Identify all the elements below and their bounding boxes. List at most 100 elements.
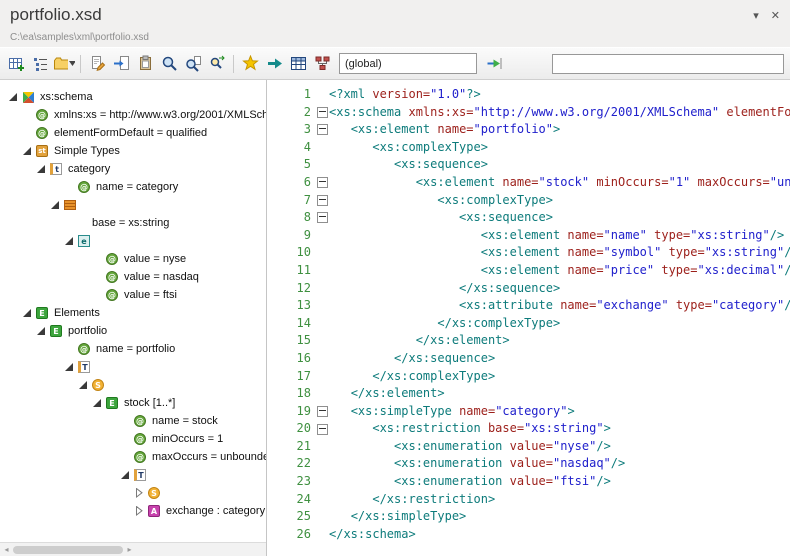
code-line[interactable]: 14 </xs:complexType>: [267, 315, 790, 333]
tree-horizontal-scrollbar[interactable]: ◂ ▸: [0, 542, 266, 556]
fold-toggle-icon[interactable]: [315, 174, 329, 192]
code-line[interactable]: 8 <xs:sequence>: [267, 209, 790, 227]
title-bar: portfolio.xsd ▾✕: [0, 0, 790, 30]
tree-row[interactable]: @xmlns:xs = http://www.w3.org/2001/XMLSc…: [0, 106, 266, 124]
expand-closed-arrow-icon[interactable]: [134, 506, 148, 516]
scroll-right-arrow-icon[interactable]: ▸: [123, 545, 136, 554]
expand-open-arrow-icon[interactable]: [120, 470, 134, 480]
line-number: 9: [267, 227, 315, 245]
tree-list-icon[interactable]: [29, 52, 51, 76]
code-line[interactable]: 13 <xs:attribute name="exchange" type="c…: [267, 297, 790, 315]
close-icon[interactable]: ✕: [771, 9, 780, 22]
find-icon[interactable]: [158, 52, 180, 76]
code-line[interactable]: 10 <xs:element name="symbol" type="xs:st…: [267, 244, 790, 262]
code-line[interactable]: 25 </xs:simpleType>: [267, 508, 790, 526]
scope-combo-value: (global): [345, 58, 382, 70]
code-line[interactable]: 26</xs:schema>: [267, 526, 790, 544]
chevron-down-icon[interactable]: ▾: [753, 9, 759, 22]
tree-row[interactable]: @value = ftsi: [0, 286, 266, 304]
code-line[interactable]: 9 <xs:element name="name" type="xs:strin…: [267, 227, 790, 245]
fold-toggle-icon[interactable]: [315, 104, 329, 122]
fold-toggle-icon[interactable]: [315, 121, 329, 139]
tree-row[interactable]: S: [0, 376, 266, 394]
code-line[interactable]: 22 <xs:enumeration value="nasdaq"/>: [267, 455, 790, 473]
code-line[interactable]: 3 <xs:element name="portfolio">: [267, 121, 790, 139]
code-line[interactable]: 18 </xs:element>: [267, 385, 790, 403]
open-file-icon[interactable]: [53, 52, 75, 76]
forward-icon[interactable]: [263, 52, 285, 76]
line-number: 12: [267, 280, 315, 298]
tree-row[interactable]: Eportfolio: [0, 322, 266, 340]
expand-open-arrow-icon[interactable]: [92, 398, 106, 408]
code-line[interactable]: 6 <xs:element name="stock" minOccurs="1"…: [267, 174, 790, 192]
tree-row[interactable]: @name = stock: [0, 412, 266, 430]
table-view-icon[interactable]: [287, 52, 309, 76]
tree-row[interactable]: e: [0, 232, 266, 250]
tree-row[interactable]: @elementFormDefault = qualified: [0, 124, 266, 142]
scroll-left-arrow-icon[interactable]: ◂: [0, 545, 13, 554]
tree-row[interactable]: T: [0, 466, 266, 484]
tree-row[interactable]: @name = category: [0, 178, 266, 196]
code-line[interactable]: 21 <xs:enumeration value="nyse"/>: [267, 438, 790, 456]
tree-row[interactable]: EElements: [0, 304, 266, 322]
expand-closed-arrow-icon[interactable]: [134, 488, 148, 498]
tree-row[interactable]: [0, 196, 266, 214]
tree-row[interactable]: xs:schema: [0, 88, 266, 106]
edit-document-icon[interactable]: [86, 52, 108, 76]
new-grid-icon[interactable]: [5, 52, 27, 76]
tree-row[interactable]: @value = nasdaq: [0, 268, 266, 286]
code-line[interactable]: 11 <xs:element name="price" type="xs:dec…: [267, 262, 790, 280]
code-line[interactable]: 17 </xs:complexType>: [267, 368, 790, 386]
code-line[interactable]: 7 <xs:complexType>: [267, 192, 790, 210]
expand-open-arrow-icon[interactable]: [22, 146, 36, 156]
goto-document-icon[interactable]: [110, 52, 132, 76]
tree-row[interactable]: @value = nyse: [0, 250, 266, 268]
tree-row[interactable]: tcategory: [0, 160, 266, 178]
expand-open-arrow-icon[interactable]: [36, 326, 50, 336]
code-line[interactable]: 12 </xs:sequence>: [267, 280, 790, 298]
code-line[interactable]: 15 </xs:element>: [267, 332, 790, 350]
tree-row[interactable]: T: [0, 358, 266, 376]
find-files-icon[interactable]: [182, 52, 204, 76]
apply-scope-icon[interactable]: [483, 52, 505, 76]
code-line[interactable]: 2<xs:schema xmlns:xs="http://www.w3.org/…: [267, 104, 790, 122]
xml-source-editor[interactable]: 1<?xml version="1.0"?>2<xs:schema xmlns:…: [267, 80, 790, 556]
expand-open-arrow-icon[interactable]: [64, 362, 78, 372]
code-line[interactable]: 4 <xs:complexType>: [267, 139, 790, 157]
tree-row[interactable]: @name = portfolio: [0, 340, 266, 358]
tree-row[interactable]: base = xs:string: [0, 214, 266, 232]
tree-row[interactable]: stSimple Types: [0, 142, 266, 160]
tree-row[interactable]: @minOccurs = 1: [0, 430, 266, 448]
wizard-icon[interactable]: [239, 52, 261, 76]
simpletype-icon: t: [50, 163, 68, 175]
find-replace-icon[interactable]: [206, 52, 228, 76]
code-line[interactable]: 23 <xs:enumeration value="ftsi"/>: [267, 473, 790, 491]
tree-row[interactable]: Estock [1..*]: [0, 394, 266, 412]
fold-spacer: [315, 332, 329, 350]
search-input[interactable]: [552, 54, 784, 74]
tree-row[interactable]: @maxOccurs = unbounded: [0, 448, 266, 466]
expand-open-arrow-icon[interactable]: [8, 92, 22, 102]
expand-open-arrow-icon[interactable]: [78, 380, 92, 390]
expand-open-arrow-icon[interactable]: [22, 308, 36, 318]
expand-open-arrow-icon[interactable]: [64, 236, 78, 246]
schema-grid-icon[interactable]: [311, 52, 333, 76]
expand-open-arrow-icon[interactable]: [36, 164, 50, 174]
code-line[interactable]: 19 <xs:simpleType name="category">: [267, 403, 790, 421]
code-line[interactable]: 5 <xs:sequence>: [267, 156, 790, 174]
tree-row[interactable]: S: [0, 484, 266, 502]
code-line[interactable]: 1<?xml version="1.0"?>: [267, 86, 790, 104]
fold-toggle-icon[interactable]: [315, 192, 329, 210]
fold-toggle-icon[interactable]: [315, 403, 329, 421]
code-line[interactable]: 24 </xs:restriction>: [267, 491, 790, 509]
tree-label: minOccurs = 1: [152, 433, 223, 445]
fold-toggle-icon[interactable]: [315, 209, 329, 227]
fold-toggle-icon[interactable]: [315, 420, 329, 438]
clipboard-icon[interactable]: [134, 52, 156, 76]
code-line[interactable]: 20 <xs:restriction base="xs:string">: [267, 420, 790, 438]
scope-combo[interactable]: (global): [339, 53, 477, 74]
tree-row[interactable]: Aexchange : category: [0, 502, 266, 520]
expand-open-arrow-icon[interactable]: [50, 200, 64, 210]
code-line[interactable]: 16 </xs:sequence>: [267, 350, 790, 368]
scrollbar-thumb[interactable]: [13, 546, 123, 554]
